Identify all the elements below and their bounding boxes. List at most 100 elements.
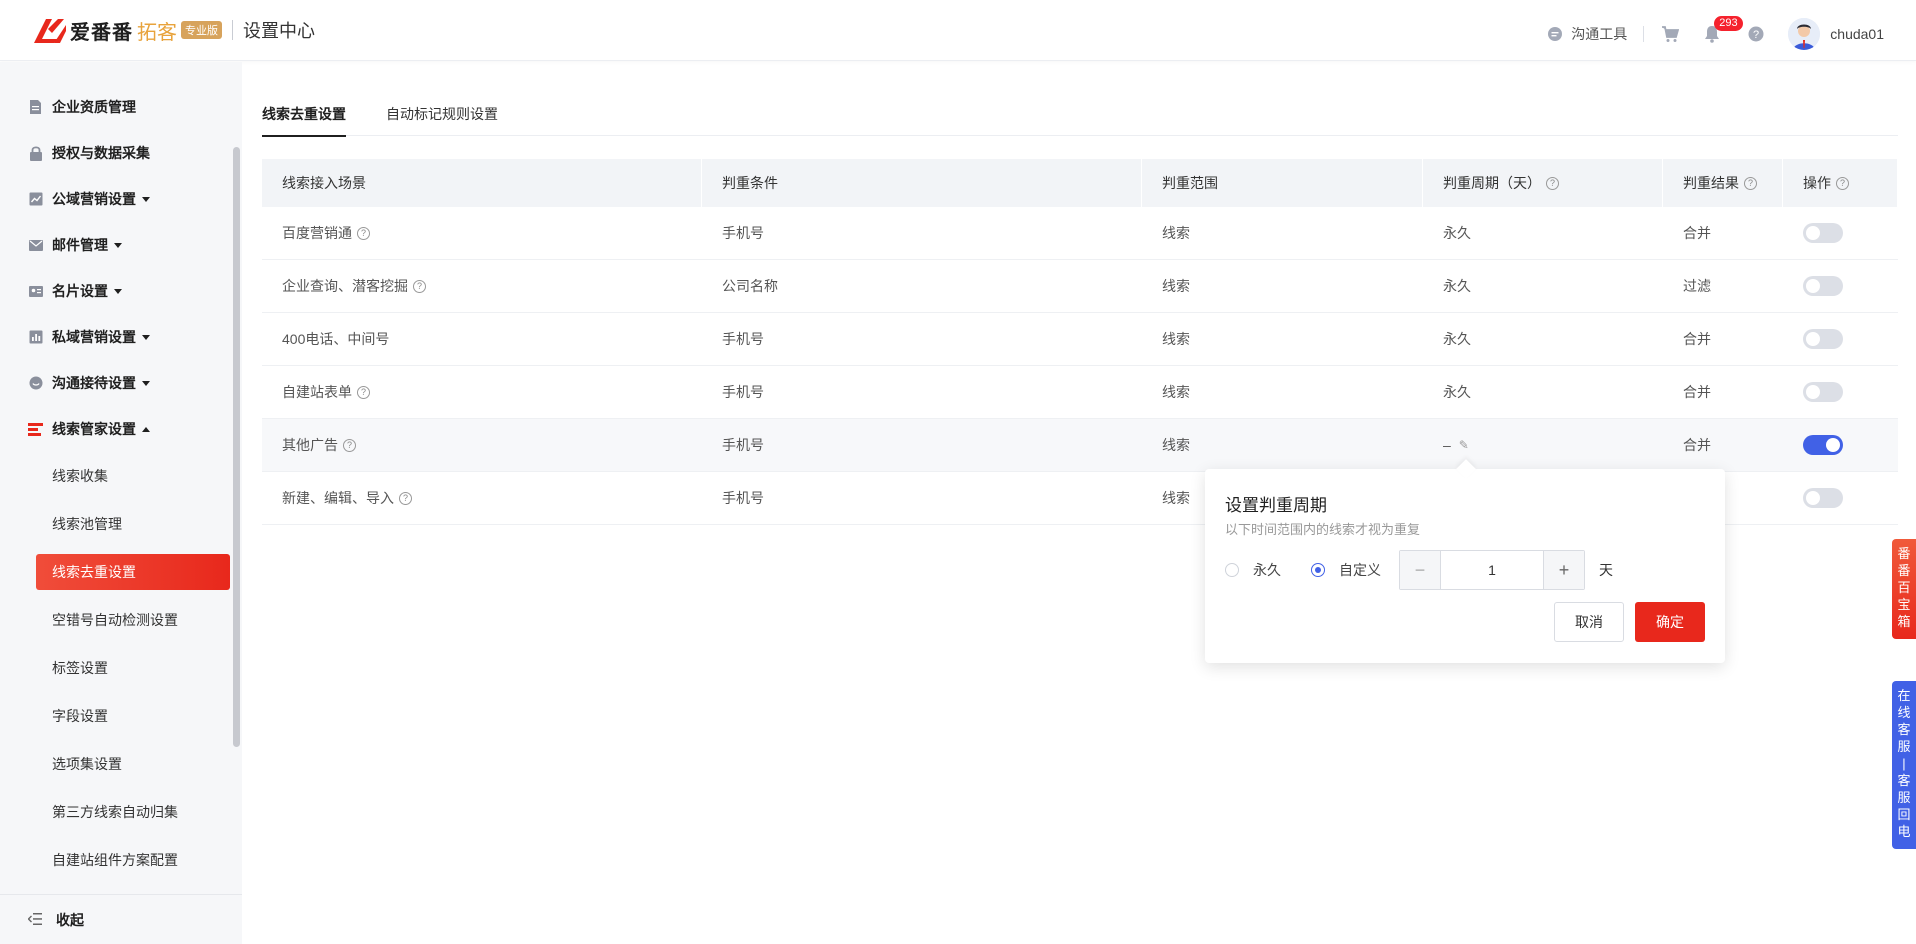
sidebar-scrollbar[interactable] (233, 147, 240, 747)
header-label: 判重结果 (1683, 175, 1739, 191)
sidebar-sub-item-tags[interactable]: 标签设置 (0, 644, 230, 692)
action-cell (1783, 472, 1898, 524)
sidebar-item-label: 沟通接待设置 (52, 375, 136, 391)
help-button[interactable]: ? (1746, 24, 1766, 44)
sidebar-sub-item-fields[interactable]: 字段设置 (0, 692, 230, 740)
enable-toggle[interactable] (1803, 382, 1843, 402)
help-circle-icon[interactable]: ? (1744, 176, 1757, 190)
confirm-button[interactable]: 确定 (1635, 602, 1705, 642)
brand-sub: 拓客 (137, 21, 177, 44)
tab-auto-mark-settings[interactable]: 自动标记规则设置 (386, 104, 498, 136)
top-header: 爱番番 拓客 专业版 设置中心 沟通工具 293 ? chuda01 (0, 0, 1916, 61)
caret-down-icon (142, 196, 150, 202)
enable-toggle[interactable] (1803, 488, 1843, 508)
sidebar-item-label: 公域营销设置 (52, 191, 136, 207)
username[interactable]: chuda01 (1830, 26, 1884, 42)
sidebar-sub-item-third-party[interactable]: 第三方线索自动归集 (0, 788, 230, 836)
float-tab-char: 番 (1897, 563, 1911, 578)
notification-button[interactable]: 293 (1702, 16, 1743, 44)
logo-divider (232, 20, 233, 40)
tab-dedup-settings[interactable]: 线索去重设置 (262, 104, 346, 137)
radio-forever[interactable] (1225, 563, 1239, 577)
help-circle-icon[interactable]: ? (1836, 176, 1849, 190)
edit-icon[interactable]: ✎ (1459, 438, 1469, 452)
condition-cell: 手机号 (722, 225, 764, 241)
radio-custom[interactable] (1311, 563, 1325, 577)
brand-logo[interactable]: 爱番番 拓客 专业版 设置中心 (32, 15, 315, 45)
comm-tool-label: 沟通工具 (1571, 26, 1628, 42)
customer-service-float-tab[interactable]: 在线客服 | 客服回电 (1892, 681, 1916, 849)
avatar-icon (1788, 18, 1821, 50)
float-tab-char: 番 (1897, 546, 1911, 561)
sidebar-sub-item-collect[interactable]: 线索收集 (0, 452, 230, 500)
edition-badge: 专业版 (181, 21, 222, 39)
cart-icon (1662, 26, 1680, 42)
enable-toggle[interactable] (1803, 223, 1843, 243)
period-input[interactable]: 1 (1440, 551, 1544, 589)
scene-label: 自建站表单 (282, 384, 352, 400)
period-cell: – ✎ (1423, 419, 1663, 471)
sidebar-item-private-marketing[interactable]: 私域营销设置 (0, 314, 230, 360)
header-scene: 线索接入场景 (262, 159, 702, 207)
popover-description: 以下时间范围内的线索才视为重复 (1225, 522, 1421, 537)
scene-label: 百度营销通 (282, 225, 352, 241)
enable-toggle[interactable] (1803, 329, 1843, 349)
range-cell: 线索 (1162, 225, 1190, 241)
header-label: 判重范围 (1162, 175, 1218, 191)
sidebar-item-qualification[interactable]: 企业资质管理 (0, 84, 230, 130)
sidebar-item-authorization[interactable]: 授权与数据采集 (0, 130, 230, 176)
condition-cell: 手机号 (722, 437, 764, 453)
sidebar-sub-item-number-check[interactable]: 空错号自动检测设置 (0, 596, 230, 644)
sidebar-item-communication[interactable]: 沟通接待设置 (0, 360, 230, 406)
increment-button[interactable]: + (1544, 551, 1584, 589)
caret-down-icon (114, 242, 122, 248)
help-circle-icon[interactable]: ? (413, 279, 426, 293)
help-circle-icon[interactable]: ? (1546, 176, 1559, 190)
header-condition: 判重条件 (702, 159, 1142, 207)
scene-label: 400电话、中间号 (282, 331, 390, 347)
chat-icon (28, 376, 43, 391)
page-title: 设置中心 (243, 21, 315, 41)
sidebar-sub-item-dedup[interactable]: 线索去重设置 (36, 554, 230, 590)
enable-toggle[interactable] (1803, 276, 1843, 296)
sidebar-item-card[interactable]: 名片设置 (0, 268, 230, 314)
float-tab-char: 线 (1897, 705, 1911, 720)
result-cell: 合并 (1683, 384, 1711, 400)
table-row: 自建站表单? 手机号 线索 永久 合并 (262, 366, 1898, 419)
help-circle-icon[interactable]: ? (357, 385, 370, 399)
result-cell: 过滤 (1683, 278, 1711, 294)
float-tab-char: 客 (1897, 722, 1911, 737)
condition-cell: 公司名称 (722, 278, 778, 294)
sidebar-item-mail[interactable]: 邮件管理 (0, 222, 230, 268)
action-cell (1783, 366, 1898, 418)
avatar[interactable] (1788, 18, 1821, 50)
comm-tool-button[interactable]: 沟通工具 (1547, 24, 1627, 44)
scene-cell: 企业查询、潜客挖掘? (262, 260, 702, 312)
sidebar-item-label: 邮件管理 (52, 237, 108, 253)
sidebar-item-public-marketing[interactable]: 公域营销设置 (0, 176, 230, 222)
sidebar-item-clue-manager[interactable]: 线索管家设置 (0, 406, 230, 452)
cart-button[interactable] (1660, 24, 1680, 44)
decrement-button[interactable]: − (1400, 551, 1440, 589)
sidebar-menu: 企业资质管理 授权与数据采集 公域营销设置 邮件管理 名片设置 私域营销设置 沟… (0, 84, 230, 884)
help-circle-icon[interactable]: ? (399, 491, 412, 505)
header-label: 判重周期（天） (1443, 175, 1541, 191)
header-label: 操作 (1803, 175, 1831, 191)
help-circle-icon[interactable]: ? (357, 226, 370, 240)
header-result: 判重结果? (1663, 159, 1783, 207)
float-tab-char: 在 (1897, 688, 1911, 703)
scene-label: 企业查询、潜客挖掘 (282, 278, 408, 294)
scene-cell: 400电话、中间号 (262, 313, 702, 365)
toolbox-float-tab[interactable]: 番番百宝箱 (1892, 539, 1916, 639)
radio-custom-label[interactable]: 自定义 (1339, 560, 1381, 580)
sidebar-sub-item-options[interactable]: 选项集设置 (0, 740, 230, 788)
cancel-button[interactable]: 取消 (1554, 602, 1624, 642)
radio-forever-label[interactable]: 永久 (1253, 560, 1281, 580)
enable-toggle[interactable] (1803, 435, 1843, 455)
sidebar-sub-item-pool[interactable]: 线索池管理 (0, 500, 230, 548)
collapse-button[interactable]: 收起 (0, 894, 242, 944)
help-circle-icon[interactable]: ? (343, 438, 356, 452)
sidebar-sub-item-site-component[interactable]: 自建站组件方案配置 (0, 836, 230, 884)
chat-bubble-icon (1548, 27, 1563, 41)
collapse-label: 收起 (56, 911, 84, 928)
